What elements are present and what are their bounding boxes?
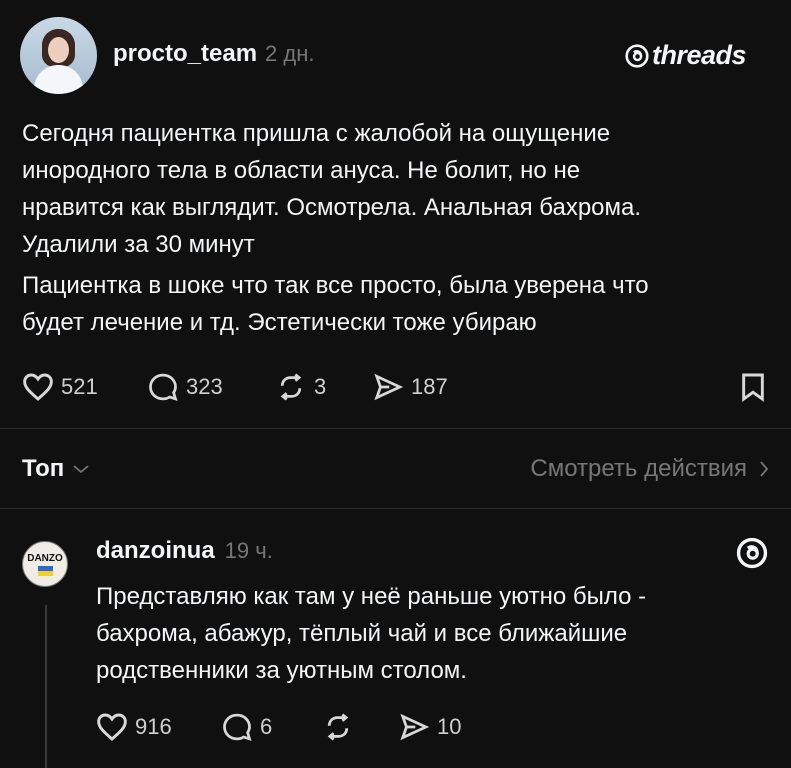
reply-like-count: 916 <box>135 714 172 739</box>
divider <box>0 508 791 509</box>
reply-avatar[interactable]: DANZO <box>22 541 68 587</box>
view-activity-label: Смотреть действия <box>530 455 747 482</box>
post-line: нравится как выглядит. Осмотрела. Анальн… <box>22 194 642 221</box>
like-count: 521 <box>61 374 98 399</box>
post-line: Удалили за 30 минут <box>22 231 255 258</box>
like-button[interactable]: 521 <box>22 372 98 402</box>
bookmark-button[interactable] <box>737 371 769 403</box>
heart-icon <box>97 713 127 741</box>
repost-count: 3 <box>314 374 327 399</box>
reply-username[interactable]: danzoinua <box>96 537 215 565</box>
post-line: будет лечение и тд. Эстетически тоже уби… <box>22 309 537 336</box>
view-activity-link[interactable]: Смотреть действия <box>530 455 769 483</box>
share-button[interactable]: 187 <box>372 372 448 402</box>
reply-share-count: 10 <box>437 714 462 739</box>
threads-logo: threads <box>624 40 747 71</box>
post-text: Сегодня пациентка пришла с жалобой на ощ… <box>22 115 782 341</box>
reply-share-button[interactable]: 10 <box>398 712 461 742</box>
reply-line: Представляю как там у неё раньше уютно б… <box>96 583 647 610</box>
thread-line <box>45 605 47 768</box>
threads-wordmark: threads <box>651 40 747 70</box>
post-line: Сегодня пациентка пришла с жалобой на ощ… <box>22 120 611 147</box>
reply-text: Представляю как там у неё раньше уютно б… <box>96 578 776 689</box>
comment-icon <box>223 713 252 741</box>
heart-icon <box>23 373 53 401</box>
post-time: 2 дн. <box>265 41 315 66</box>
sort-dropdown[interactable]: Топ <box>22 455 90 483</box>
author-username[interactable]: procto_team <box>113 40 257 68</box>
ukraine-flag-icon <box>37 565 53 576</box>
post-line: инородного тела в области ануса. Не боли… <box>22 157 581 184</box>
author-avatar[interactable] <box>20 17 97 94</box>
share-icon <box>400 713 430 741</box>
share-count: 187 <box>411 374 448 399</box>
repost-button[interactable]: 3 <box>275 372 326 402</box>
reply-time: 19 ч. <box>224 538 273 563</box>
repost-icon <box>327 713 349 741</box>
reply-line: родственники за уютным столом. <box>96 657 467 684</box>
comment-icon <box>149 373 178 401</box>
chevron-down-icon <box>73 465 89 474</box>
reply-line: бахрома, абажур, тёплый чай и все ближай… <box>96 620 628 647</box>
post-line: Пациентка в шоке что так все просто, был… <box>22 272 649 299</box>
chevron-right-icon <box>760 461 769 477</box>
comment-count: 323 <box>186 374 223 399</box>
sort-label: Топ <box>22 455 65 482</box>
reply-avatar-text: DANZO <box>27 552 63 564</box>
repost-icon <box>280 373 302 401</box>
threads-logo-icon <box>625 43 649 68</box>
reply-comment-button[interactable]: 6 <box>221 712 272 742</box>
comment-button[interactable]: 323 <box>147 372 223 402</box>
divider <box>0 428 791 429</box>
reply-repost-button[interactable] <box>322 712 354 742</box>
reply-like-button[interactable]: 916 <box>96 712 172 742</box>
bookmark-icon <box>742 373 764 402</box>
reply-threads-icon <box>735 536 769 575</box>
threads-logo-icon <box>736 537 768 569</box>
share-icon <box>374 373 404 401</box>
reply-comment-count: 6 <box>260 714 273 739</box>
